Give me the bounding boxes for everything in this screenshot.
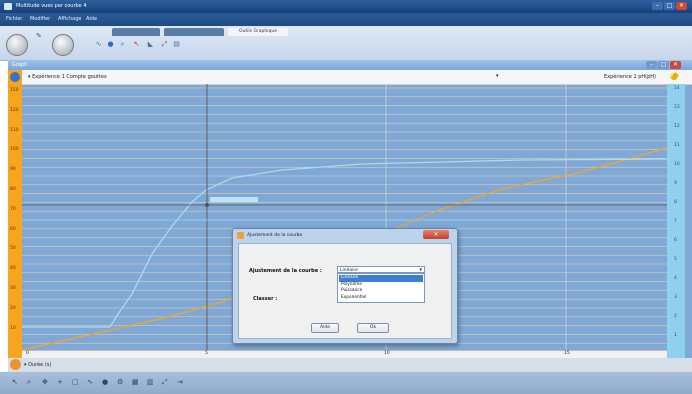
x-axis-tick: 5 — [205, 351, 208, 356]
cursor-readout — [210, 197, 258, 202]
left-axis-tick: 120 — [10, 107, 19, 113]
pencil-icon[interactable]: ✎ — [36, 32, 44, 40]
export-icon[interactable]: ⇥ — [177, 378, 183, 386]
x-axis-tick: 10 — [384, 351, 390, 356]
right-axis-tick: 1 — [674, 333, 677, 338]
right-axis-tick: 4 — [674, 276, 677, 281]
forward-round-button[interactable] — [52, 34, 74, 56]
left-axis-tick: 40 — [10, 266, 16, 272]
right-axis-tick: 8 — [674, 200, 677, 205]
measure-icon[interactable]: ⤢ — [162, 378, 168, 387]
left-axis-tick: 100 — [10, 147, 19, 153]
right-axis-tick: 3 — [674, 295, 677, 300]
right-axis-tick: 9 — [674, 181, 677, 186]
left-axis-tick: 50 — [10, 246, 16, 252]
curve-icon[interactable]: ∿ — [94, 40, 103, 49]
left-axis-tick: 80 — [10, 187, 16, 192]
left-axis-tick: 70 — [10, 206, 16, 212]
bottom-toolbar: ↖ ⌕ ✥ + ▢ ∿ ● ⚙ ▦ ▥ ⤢ ⇥ — [0, 372, 692, 394]
menu-bar: Fichier Modifier Affichage Aide — [0, 13, 692, 26]
right-curve-selector[interactable]: Expérience 1 pH(pH) — [604, 74, 656, 80]
option-exponentiel[interactable]: Exponentiel — [339, 295, 423, 302]
right-axis-tick: 12 — [674, 124, 680, 129]
ph-meter-icon[interactable]: ◒ — [670, 72, 682, 82]
grid-icon[interactable]: ▦ — [132, 378, 139, 386]
zoom-icon[interactable]: ⌕ — [27, 378, 31, 387]
right-axis-tick: 2 — [674, 314, 677, 319]
left-axis-tick: 10 — [10, 325, 16, 331]
point-icon[interactable]: ● — [102, 378, 108, 386]
cursor-point[interactable] — [205, 203, 209, 207]
right-axis-tick: 7 — [674, 219, 677, 224]
pan-icon[interactable]: ✥ — [42, 378, 48, 386]
class-label: Classer : — [253, 296, 278, 302]
fit-type-dropdown-list: Linéaire Polynôme Puissance Exponentiel — [337, 273, 425, 303]
menu-affichage[interactable]: Affichage — [58, 16, 82, 22]
right-axis-tick: 14 — [674, 86, 680, 91]
zoom-icon[interactable]: ⌕ — [118, 40, 127, 49]
graph-close-button[interactable]: ✕ — [670, 61, 681, 69]
drop-counter-icon[interactable] — [10, 72, 20, 82]
minimize-button[interactable]: – — [652, 2, 663, 10]
chevron-down-icon[interactable]: ▾ — [496, 73, 499, 79]
x-axis-tick: 0 — [26, 351, 29, 356]
window-title: Multitude vues par courbe 4 — [16, 3, 87, 9]
add-icon[interactable]: + — [57, 378, 63, 386]
graph-window-header: Graph – □ ✕ — [8, 60, 692, 70]
tab-outils-graphique[interactable]: Outils Graphique — [228, 28, 288, 36]
right-axis-tick: 13 — [674, 105, 680, 110]
left-axis-tick: 60 — [10, 226, 16, 232]
cursor-icon[interactable]: ↖ — [132, 40, 141, 49]
graph-minimize-button[interactable]: – — [646, 61, 657, 69]
tangent-icon[interactable]: ◣ — [146, 40, 155, 49]
right-axis-tick: 10 — [674, 162, 680, 167]
ribbon-tab-2[interactable] — [164, 28, 224, 36]
curve-selector-bar: ▾ Expérience 1 Compte gouttes ▾ Expérien… — [8, 70, 692, 85]
right-axis-tick: 11 — [674, 143, 680, 148]
graph-window-title: Graph — [12, 62, 28, 68]
menu-modifier[interactable]: Modifier — [30, 16, 50, 22]
maximize-button[interactable]: □ — [664, 2, 675, 10]
dialog-close-button[interactable]: ✕ — [423, 230, 449, 239]
left-curve-selector[interactable]: ▾ Expérience 1 Compte gouttes — [28, 74, 107, 80]
left-axis-tick: 150 — [10, 88, 19, 93]
help-button[interactable]: Aide — [311, 323, 339, 333]
ok-button[interactable]: Ok — [357, 323, 389, 333]
time-axis-strip: ▾ Durée (s) — [8, 358, 692, 372]
x-axis-label-text: Durée (s) — [28, 362, 52, 368]
ribbon: ✎ Outils Graphique ∿ ● ⌕ ↖ ◣ ⤢ ▤ — [0, 26, 692, 61]
clock-icon[interactable] — [10, 359, 21, 370]
menu-aide[interactable]: Aide — [86, 16, 97, 22]
left-axis-tick: 20 — [10, 305, 16, 311]
curve-fit-dialog: Ajustement de la courbe ✕ Ajustement de … — [232, 228, 458, 344]
select-icon[interactable]: ↖ — [12, 378, 18, 386]
fit-label: Ajustement de la courbe : — [249, 268, 322, 274]
app-icon — [4, 3, 12, 10]
chart-icon[interactable]: ▥ — [147, 378, 154, 386]
ribbon-tab-1[interactable] — [112, 28, 160, 36]
curve-icon[interactable]: ∿ — [87, 378, 93, 386]
x-axis-label: ▾ Durée (s) — [24, 362, 51, 368]
settings-icon[interactable]: ⚙ — [117, 378, 123, 386]
fit-type-select[interactable]: Linéaire ▾ — [337, 266, 425, 273]
left-axis-tick: 90 — [10, 167, 16, 173]
graph-maximize-button[interactable]: □ — [658, 61, 669, 69]
right-axis-tick: 5 — [674, 257, 677, 262]
dialog-title: Ajustement de la courbe — [247, 233, 303, 238]
left-axis-tick: 30 — [10, 286, 16, 291]
measure-icon[interactable]: ⤢ — [160, 40, 169, 49]
left-axis-tick: 110 — [10, 127, 19, 133]
left-curve-label: Expérience 1 Compte gouttes — [32, 74, 107, 80]
back-round-button[interactable] — [6, 34, 28, 56]
x-axis-tick: 15 — [564, 351, 570, 356]
palette-icon[interactable]: ● — [106, 40, 115, 49]
left-axis — [8, 70, 22, 358]
title-bar: Multitude vues par courbe 4 – □ ✕ — [0, 0, 692, 13]
crop-icon[interactable]: ▢ — [72, 378, 79, 386]
table-icon[interactable]: ▤ — [172, 40, 181, 49]
dialog-icon — [237, 232, 244, 239]
close-button[interactable]: ✕ — [676, 2, 687, 10]
right-axis-tick: 6 — [674, 238, 677, 243]
menu-fichier[interactable]: Fichier — [6, 16, 22, 22]
